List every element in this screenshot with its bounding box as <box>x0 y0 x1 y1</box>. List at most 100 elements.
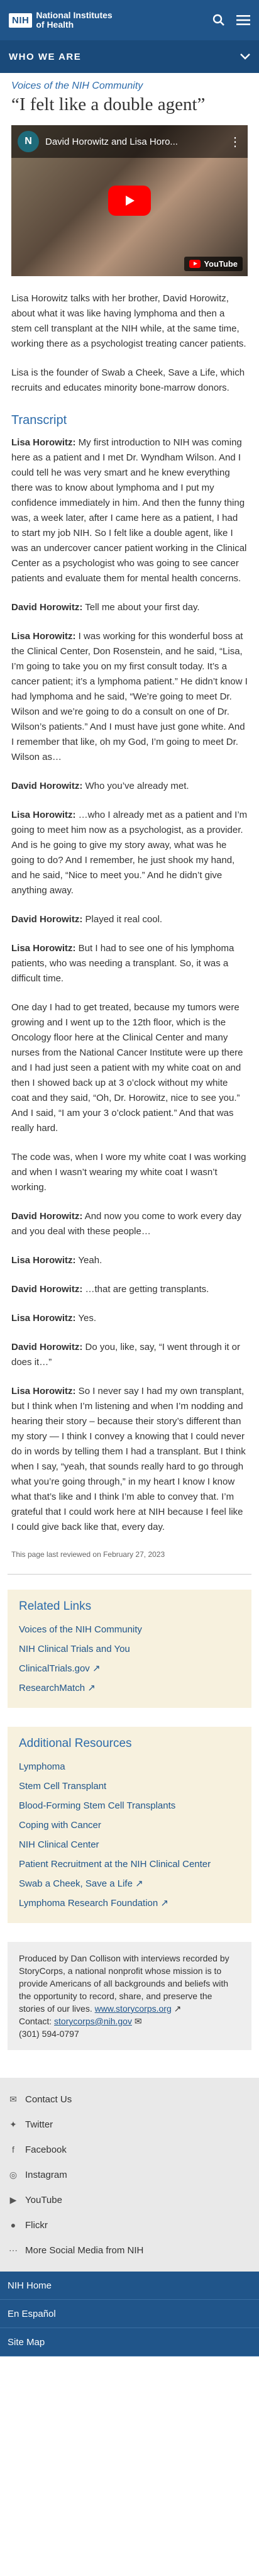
resource-link[interactable]: Stem Cell Transplant <box>19 1781 106 1792</box>
resource-link-item: Coping with Cancer <box>19 1815 240 1835</box>
logo-line-1: National Institutes <box>36 10 113 20</box>
menu-icon[interactable] <box>236 14 250 26</box>
related-links-list: Voices of the NIH Community NIH Clinical … <box>19 1620 240 1698</box>
speaker-name: David Horowitz: <box>11 602 83 613</box>
mail-icon: ✉ <box>9 2094 17 2104</box>
footer-link[interactable]: Site Map <box>0 2328 259 2356</box>
nih-logo-text: National Institutes of Health <box>36 11 112 30</box>
resource-link-item: Lymphoma Research Foundation ↗ <box>19 1893 240 1913</box>
main-content: Voices of the NIH Community “I felt like… <box>0 81 259 1559</box>
transcript-text: Yes. <box>75 1313 97 1324</box>
speaker-name: Lisa Horowitz: <box>11 943 76 954</box>
resource-link[interactable]: Lymphoma Research Foundation <box>19 1898 158 1909</box>
footer-link[interactable]: En Español <box>0 2300 259 2328</box>
youtube-video-player[interactable]: N David Horowitz and Lisa Horo... ⋮ YouT… <box>11 125 248 276</box>
transcript-paragraph: David Horowitz: Tell me about your first… <box>11 600 248 615</box>
social-link-label: Instagram <box>25 2169 67 2180</box>
video-title[interactable]: David Horowitz and Lisa Horo... <box>45 137 223 147</box>
related-links-heading: Related Links <box>19 1600 92 1613</box>
resource-link[interactable]: Lymphoma <box>19 1761 65 1772</box>
social-link-2[interactable]: ✦ Twitter <box>0 2112 259 2137</box>
related-link-item: ResearchMatch ↗ <box>19 1678 240 1698</box>
flickr-icon: ● <box>10 2220 16 2230</box>
nih-logo[interactable]: NIH National Institutes of Health <box>9 11 113 30</box>
play-icon <box>126 196 135 206</box>
youtube-badge[interactable]: YouTube <box>184 257 243 271</box>
transcript-paragraph: Lisa Horowitz: …who I already met as a p… <box>11 808 248 898</box>
video-title-bar: N David Horowitz and Lisa Horo... ⋮ <box>11 125 248 158</box>
related-links: Related Links Voices of the NIH Communit… <box>8 1590 251 1708</box>
footer: ✉ Contact Us ✦ Twitter f Facebook ◎ Instagram ▶ Y… <box>0 2078 259 2272</box>
external-link-icon: ↗ <box>174 2004 182 2014</box>
social-link-3[interactable]: f Facebook <box>0 2137 259 2162</box>
transcript-paragraph: Lisa Horowitz: My first introduction to … <box>11 435 248 586</box>
section-nav-toggle[interactable]: WHO WE ARE <box>0 40 259 73</box>
resource-link[interactable]: Coping with Cancer <box>19 1820 101 1831</box>
speaker-name: Lisa Horowitz: <box>11 1386 76 1397</box>
related-link[interactable]: Voices of the NIH Community <box>19 1624 142 1635</box>
transcript-text: My first introduction to NIH was coming … <box>11 437 247 584</box>
resource-link[interactable]: NIH Clinical Center <box>19 1839 99 1850</box>
speaker-name: Lisa Horowitz: <box>11 1313 76 1324</box>
more-options-icon[interactable]: ⋮ <box>229 134 241 150</box>
transcript: Lisa Horowitz: My first introduction to … <box>11 435 248 1535</box>
social-link-label: Flickr <box>25 2219 48 2231</box>
transcript-text: Who you’ve already met. <box>82 781 189 791</box>
channel-avatar[interactable]: N <box>18 131 39 152</box>
share-icon: ⋯ <box>9 2244 18 2255</box>
transcript-paragraph: David Horowitz: Who you’ve already met. <box>11 779 248 794</box>
transcript-paragraph: David Horowitz: Played it real cool. <box>11 912 248 927</box>
resource-link[interactable]: Patient Recruitment at the NIH Clinical … <box>19 1859 211 1870</box>
transcript-paragraph: Lisa Horowitz: But I had to see one of h… <box>11 941 248 986</box>
related-link[interactable]: ResearchMatch <box>19 1683 85 1693</box>
related-link[interactable]: ClinicalTrials.gov <box>19 1663 90 1674</box>
transcript-text: Tell me about your first day. <box>82 602 200 613</box>
transcript-text: I was working for this wonderful boss at… <box>11 631 248 762</box>
youtube-icon: ▶ <box>9 2194 17 2205</box>
transcript-text: …that are getting transplants. <box>82 1284 209 1295</box>
speaker-name: Lisa Horowitz: <box>11 437 76 448</box>
resource-link-item: Patient Recruitment at the NIH Clinical … <box>19 1854 240 1874</box>
speaker-name: David Horowitz: <box>11 1284 83 1295</box>
social-link-7[interactable]: ⋯ More Social Media from NIH <box>0 2238 259 2263</box>
social-link-1[interactable]: ✉ Contact Us <box>0 2087 259 2112</box>
youtube-badge-label: YouTube <box>204 259 238 269</box>
review-date: This page last reviewed on February 27, … <box>11 1550 165 1559</box>
transcript-paragraph: One day I had to get treated, because my… <box>11 1000 248 1136</box>
social-link-label: Twitter <box>25 2119 53 2130</box>
external-link-icon: ↗ <box>158 1898 168 1909</box>
footer-link[interactable]: NIH Home <box>0 2272 259 2300</box>
related-link[interactable]: NIH Clinical Trials and You <box>19 1644 130 1654</box>
external-link-icon: ↗ <box>132 1878 143 1889</box>
play-button[interactable] <box>108 186 151 216</box>
transcript-paragraph: The code was, when I wore my white coat … <box>11 1150 248 1195</box>
speaker-name: David Horowitz: <box>11 914 83 925</box>
social-link-6[interactable]: ● Flickr <box>0 2212 259 2238</box>
additional-resources-heading: Additional Resources <box>19 1737 132 1750</box>
youtube-icon <box>189 260 201 268</box>
search-icon[interactable] <box>212 14 225 26</box>
external-link-icon: ↗ <box>89 1663 101 1674</box>
social-link-label: Contact Us <box>25 2094 72 2105</box>
speaker-name: David Horowitz: <box>11 1211 83 1222</box>
resource-link-item: Lymphoma <box>19 1757 240 1776</box>
social-link-5[interactable]: ▶ YouTube <box>0 2187 259 2212</box>
transcript-heading: Transcript <box>11 413 67 427</box>
additional-resources: Additional Resources Lymphoma Stem Cell T… <box>8 1727 251 1923</box>
speaker-name: Lisa Horowitz: <box>11 1255 76 1266</box>
chevron-down-icon <box>240 52 250 62</box>
speaker-name: David Horowitz: <box>11 781 83 791</box>
resource-link[interactable]: Swab a Cheek, Save a Life <box>19 1878 133 1889</box>
related-link-item: ClinicalTrials.gov ↗ <box>19 1659 240 1678</box>
mail-icon: ✉ <box>134 2016 142 2026</box>
facebook-icon: f <box>12 2144 14 2155</box>
transcript-text: Yeah. <box>75 1255 102 1266</box>
resource-link[interactable]: Blood-Forming Stem Cell Transplants <box>19 1800 175 1811</box>
social-link-4[interactable]: ◎ Instagram <box>0 2162 259 2187</box>
transcript-text: Played it real cool. <box>82 914 163 925</box>
storycorps-link[interactable]: www.storycorps.org <box>95 2004 172 2014</box>
transcript-text: …who I already met as a patient and I’m … <box>11 810 248 896</box>
transcript-paragraph: David Horowitz: …that are getting transp… <box>11 1282 248 1297</box>
resource-link-item: Swab a Cheek, Save a Life ↗ <box>19 1874 240 1893</box>
contact-email-link[interactable]: storycorps@nih.gov <box>54 2016 132 2026</box>
